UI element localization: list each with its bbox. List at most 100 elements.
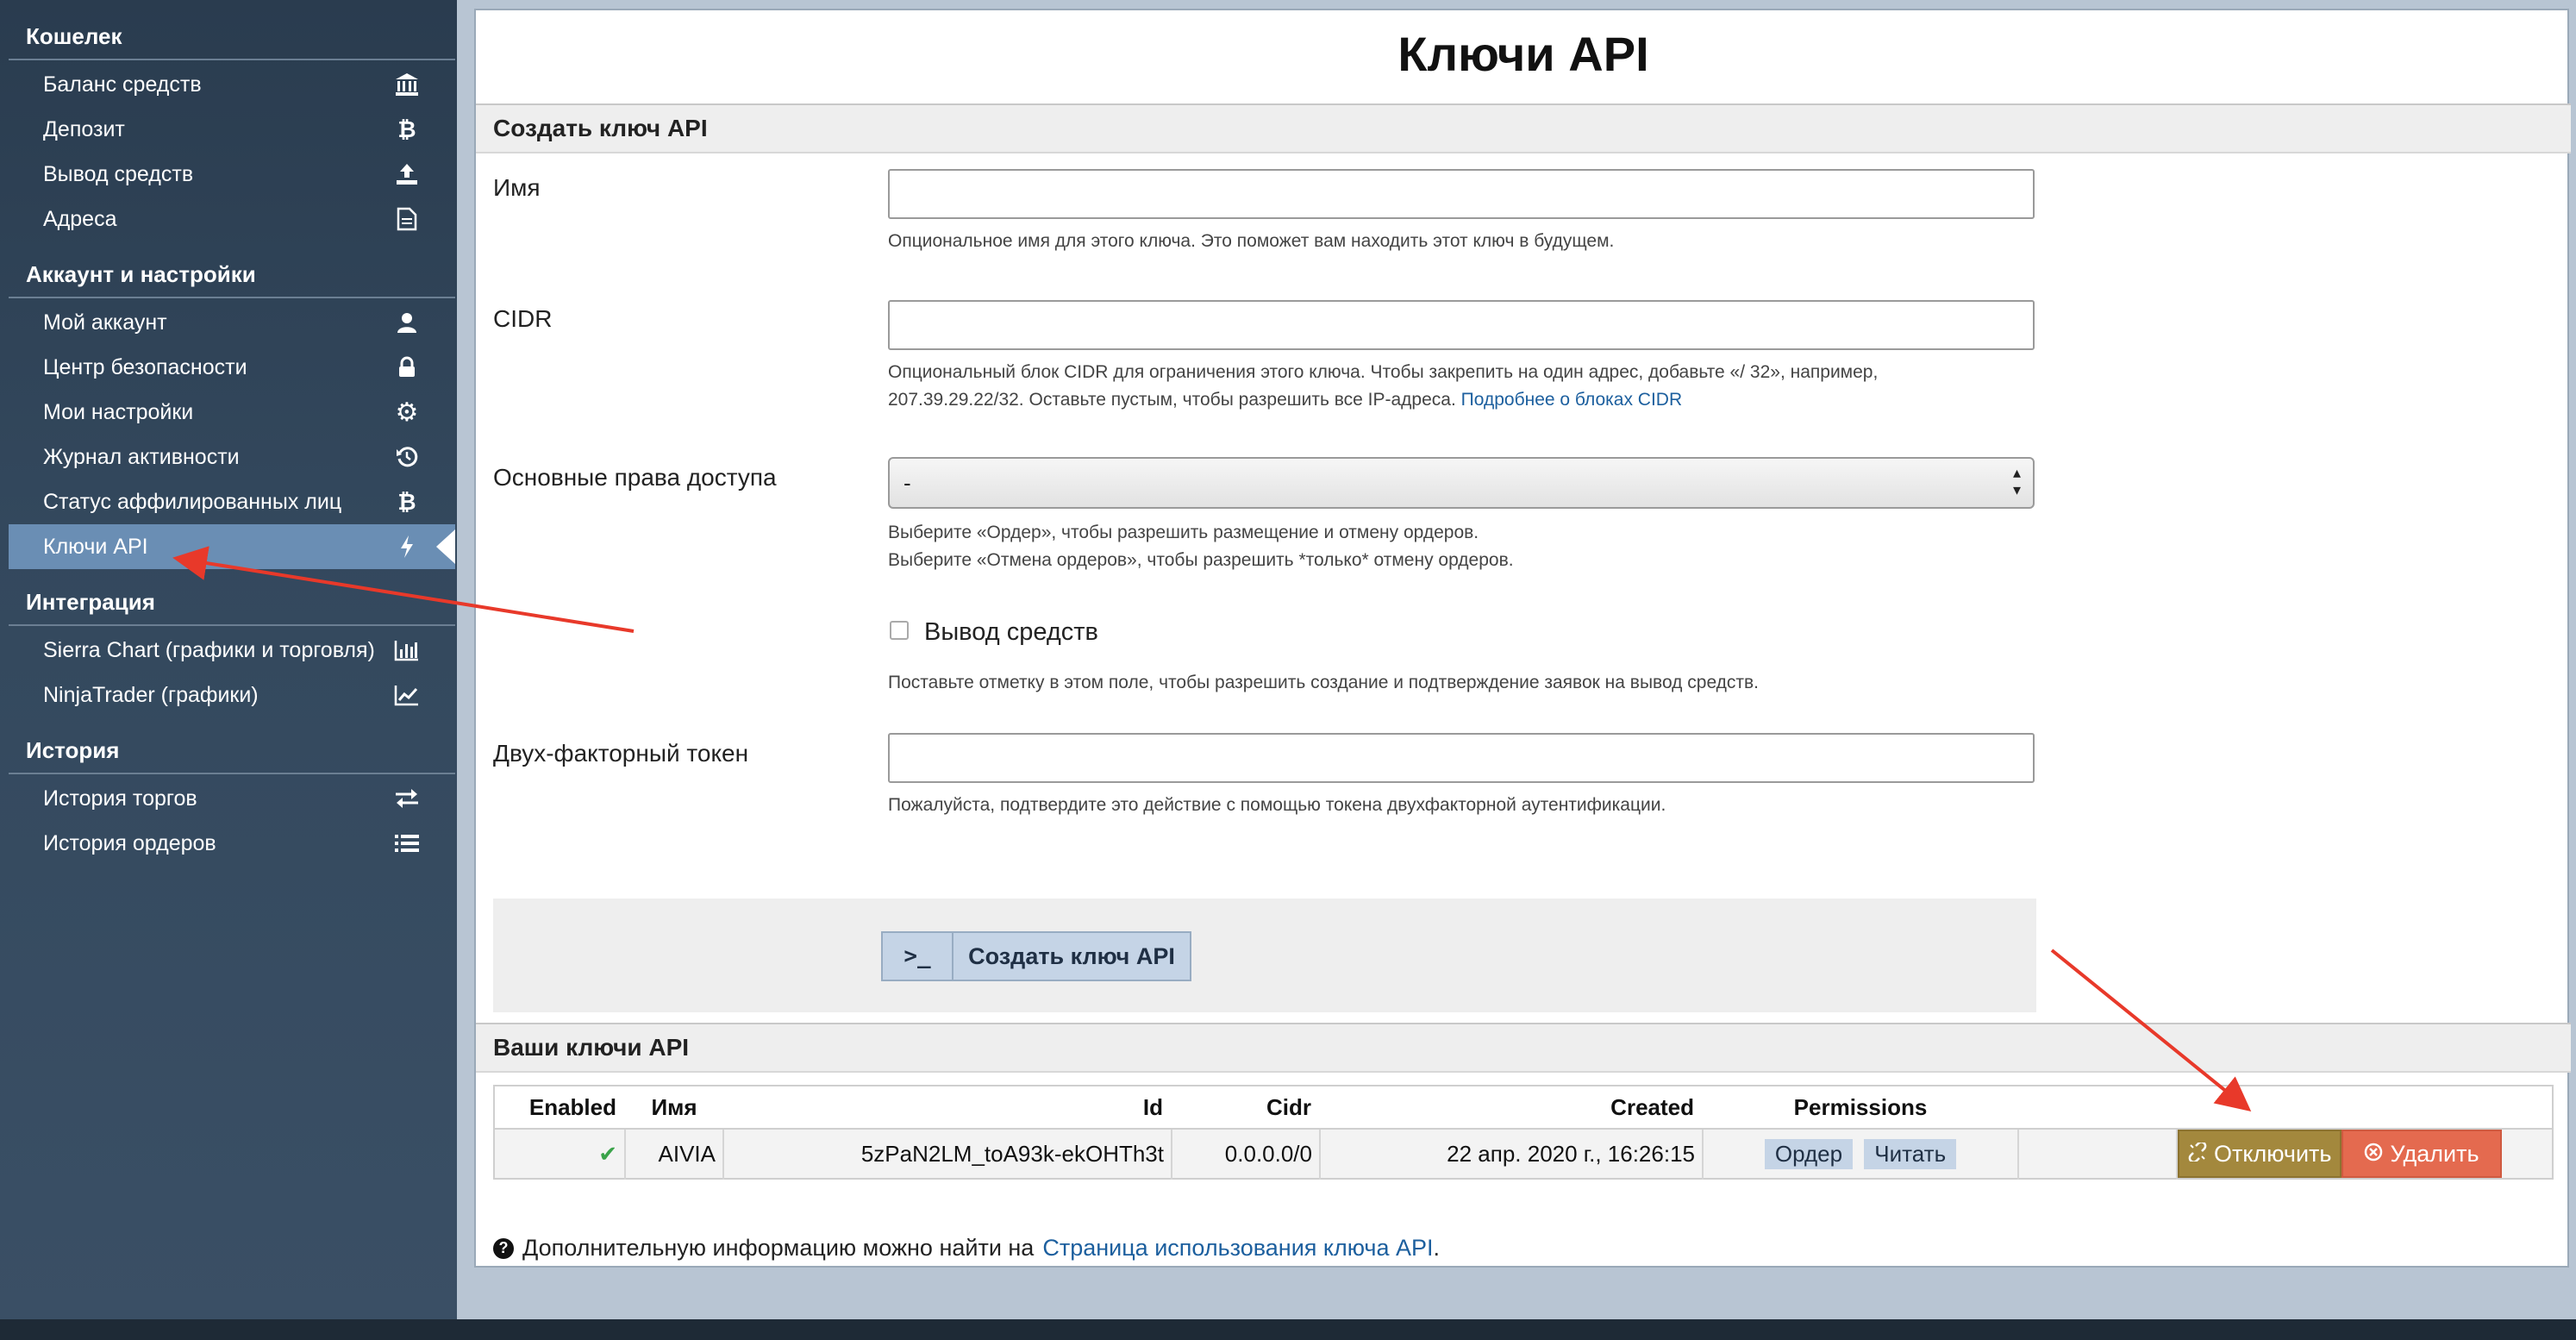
sidebar-item-api-keys[interactable]: Ключи API: [9, 524, 455, 569]
create-section-header: Создать ключ API: [476, 103, 2571, 153]
footer-text: Дополнительную информацию можно найти на: [522, 1235, 1035, 1261]
permissions-help: Выберите «Ордер», чтобы разрешить размещ…: [888, 519, 1514, 574]
divider: [9, 624, 455, 626]
bitcoin-icon: ₿: [397, 488, 416, 515]
line-chart-icon: [393, 681, 421, 709]
sidebar-item-security[interactable]: Центр безопасности: [9, 345, 455, 390]
disable-key-label: Отключить: [2214, 1140, 2332, 1167]
col-name: Имя: [625, 1086, 723, 1130]
name-help: Опциональное имя для этого ключа. Это по…: [888, 231, 1615, 251]
question-circle-icon: ?: [493, 1237, 514, 1259]
sidebar-item-label: Журнал активности: [43, 444, 240, 469]
divider: [9, 297, 455, 298]
permissions-select[interactable]: - ▴ ▾: [888, 457, 2035, 509]
lock-icon: [393, 354, 421, 381]
create-button-area: >_ Создать ключ API: [493, 899, 2036, 1012]
sidebar-section-account: Аккаунт и настройки: [26, 261, 256, 287]
bar-chart-icon: [393, 636, 421, 664]
delete-key-button[interactable]: Удалить: [2342, 1130, 2502, 1178]
cidr-docs-link[interactable]: Подробнее о блоках CIDR: [1461, 390, 1683, 410]
col-permissions: Permissions: [1703, 1086, 2018, 1130]
permission-badge-order: Ордер: [1764, 1138, 1854, 1169]
token-help: Пожалуйста, подтвердите это действие с п…: [888, 795, 1666, 815]
col-actions: [2177, 1086, 2553, 1130]
api-usage-link[interactable]: Страница использования ключа API: [1042, 1235, 1433, 1262]
create-api-key-label: Создать ключ API: [968, 943, 1175, 969]
sidebar-item-order-history[interactable]: История ордеров: [9, 821, 455, 866]
sidebar-item-label: Ключи API: [43, 534, 148, 559]
cidr-help-line: Опциональный блок CIDR для ограничения э…: [888, 362, 1879, 382]
sidebar-item-label: Баланс средств: [43, 72, 202, 97]
two-factor-token-input[interactable]: [888, 733, 2035, 783]
cidr-label: CIDR: [493, 305, 553, 332]
sidebar-item-settings[interactable]: Мои настройки ⚙: [9, 390, 455, 435]
cidr-input[interactable]: [888, 300, 2035, 350]
table-row: ✔ AIVIA 5zPaN2LM_toA93k-ekOHTh3t 0.0.0.0…: [494, 1129, 2553, 1179]
sidebar-item-my-account[interactable]: Мой аккаунт: [9, 300, 455, 345]
col-cidr: Cidr: [1172, 1086, 1320, 1130]
upload-icon: [393, 160, 421, 188]
withdraw-checkbox[interactable]: [890, 621, 909, 640]
withdraw-label[interactable]: Вывод средств: [924, 618, 1098, 647]
sidebar-section-integration: Интеграция: [26, 589, 155, 615]
sidebar-item-label: Депозит: [43, 116, 125, 141]
sidebar-item-label: История торгов: [43, 786, 197, 811]
user-icon: [393, 309, 421, 336]
spacer-cell: [2018, 1129, 2178, 1179]
permission-badge-read: Читать: [1864, 1138, 1957, 1169]
divider: [9, 59, 455, 60]
sidebar-item-label: Sierra Chart (графики и торговля): [43, 637, 375, 662]
sidebar-item-activity[interactable]: Журнал активности: [9, 435, 455, 479]
sidebar-item-deposit[interactable]: Депозит ₿: [9, 107, 455, 152]
sidebar-item-withdraw[interactable]: Вывод средств: [9, 152, 455, 197]
disable-key-button[interactable]: Отключить: [2178, 1130, 2342, 1178]
permissions-help-line: Выберите «Отмена ордеров», чтобы разреши…: [888, 550, 1514, 570]
create-api-key-button[interactable]: >_ Создать ключ API: [881, 931, 1191, 981]
table-header-row: Enabled Имя Id Cidr Created Permissions: [494, 1086, 2553, 1130]
delete-circle-icon: [2364, 1141, 2383, 1168]
actions-cell: Отключить Удалить: [2177, 1129, 2553, 1179]
sidebar-item-affiliate[interactable]: Статус аффилированных лиц ₿: [9, 479, 455, 524]
delete-key-label: Удалить: [2390, 1140, 2479, 1167]
bottom-strip: [0, 1319, 2576, 1340]
document-icon: [393, 205, 421, 233]
cidr-help-text: 207.39.29.22/32. Оставьте пустым, чтобы …: [888, 390, 1456, 410]
terminal-icon: >_: [883, 933, 953, 980]
sidebar-item-addresses[interactable]: Адреса: [9, 197, 455, 241]
sidebar-item-ninjatrader[interactable]: NinjaTrader (графики): [9, 673, 455, 717]
history-icon: [393, 443, 421, 471]
sidebar-item-trade-history[interactable]: История торгов: [9, 776, 455, 821]
sidebar-item-label: Вывод средств: [43, 161, 194, 186]
key-permissions-cell: Ордер Читать: [1703, 1129, 2019, 1179]
name-input[interactable]: [888, 169, 2035, 219]
api-keys-panel: Ключи API Создать ключ API Имя Опциональ…: [474, 9, 2571, 1268]
footer-end: .: [1433, 1235, 1441, 1261]
key-id-cell: 5zPaN2LM_toA93k-ekOHTh3t: [723, 1129, 1172, 1179]
col-id: Id: [723, 1086, 1172, 1130]
sidebar-item-label: Мои настройки: [43, 399, 194, 424]
sidebar-item-label: История ордеров: [43, 830, 216, 855]
sidebar-item-label: Мой аккаунт: [43, 310, 167, 335]
check-icon: ✔: [598, 1140, 617, 1167]
key-created-cell: 22 апр. 2020 г., 16:26:15: [1320, 1129, 1704, 1179]
permissions-help-line: Выберите «Ордер», чтобы разрешить размещ…: [888, 523, 1479, 542]
select-arrows-icon: ▴ ▾: [2012, 464, 2021, 498]
col-enabled: Enabled: [494, 1086, 625, 1130]
key-name-cell: AIVIA: [625, 1129, 724, 1179]
keys-section-header: Ваши ключи API: [476, 1023, 2571, 1073]
enabled-cell: ✔: [494, 1129, 626, 1179]
sidebar-section-wallet: Кошелек: [26, 23, 122, 49]
bank-icon: [393, 71, 421, 98]
cidr-help-line: 207.39.29.22/32. Оставьте пустым, чтобы …: [888, 386, 1878, 414]
gear-icon: ⚙: [395, 398, 419, 427]
sidebar-item-label: Статус аффилированных лиц: [43, 489, 342, 514]
page-title: Ключи API: [1397, 27, 1649, 81]
sidebar-item-sierra-chart[interactable]: Sierra Chart (графики и торговля): [9, 628, 455, 673]
col-created: Created: [1320, 1086, 1703, 1130]
divider: [9, 773, 455, 774]
sidebar-item-label: Адреса: [43, 206, 117, 231]
sidebar-item-balance[interactable]: Баланс средств: [9, 62, 455, 107]
permissions-selected-value: -: [903, 470, 911, 496]
cidr-help: Опциональный блок CIDR для ограничения э…: [888, 359, 1878, 414]
unlink-icon: [2188, 1140, 2207, 1168]
